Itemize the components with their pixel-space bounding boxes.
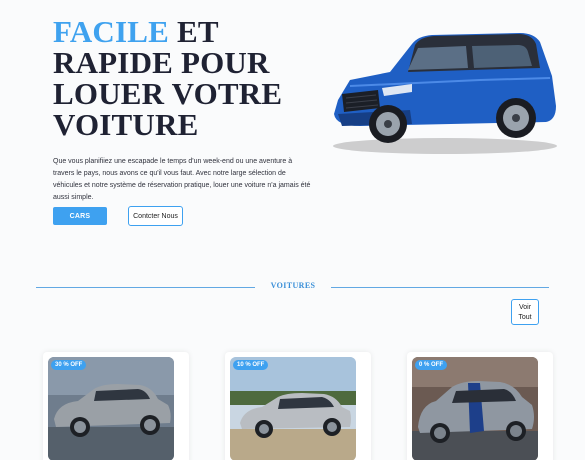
section-title: VOITURES [270, 281, 316, 290]
contact-button[interactable]: Contcter Nous [128, 206, 183, 226]
discount-badge: 10 % OFF [233, 360, 269, 370]
discount-badge: 30 % OFF [51, 360, 87, 370]
hero-title-line-2: RAPIDE POUR [53, 45, 270, 80]
cars-button[interactable]: CARS [53, 207, 107, 225]
hero-car-image [333, 33, 557, 154]
hero-title: FACILE ET RAPIDE POUR LOUER VOTRE VOITUR… [53, 16, 282, 140]
view-all-button[interactable]: Voir Tout [511, 299, 539, 325]
car-image: 10 % OFF [230, 357, 356, 460]
car-card[interactable]: 0 % OFF [407, 352, 553, 460]
view-all-label-1: Voir [518, 304, 532, 311]
hero-title-rest: ET [169, 14, 219, 49]
car-photo-civic [230, 357, 356, 460]
car-photo-sedan [48, 357, 174, 460]
section-divider-left [36, 287, 255, 288]
hero-title-line-4: VOITURE [53, 107, 199, 142]
view-all-label-2: Tout [518, 314, 532, 321]
car-image: 30 % OFF [48, 357, 174, 460]
car-card[interactable]: 10 % OFF [225, 352, 371, 460]
discount-badge: 0 % OFF [415, 360, 448, 370]
hero-title-line-3: LOUER VOTRE [53, 76, 283, 111]
hero-description: Que vous planifiiez une escapade le temp… [53, 158, 311, 201]
car-image: 0 % OFF [412, 357, 538, 460]
car-photo-mustang [412, 357, 538, 460]
section-divider-right [331, 287, 549, 288]
car-card[interactable]: 30 % OFF [43, 352, 189, 460]
hero-title-accent: FACILE [53, 14, 170, 49]
